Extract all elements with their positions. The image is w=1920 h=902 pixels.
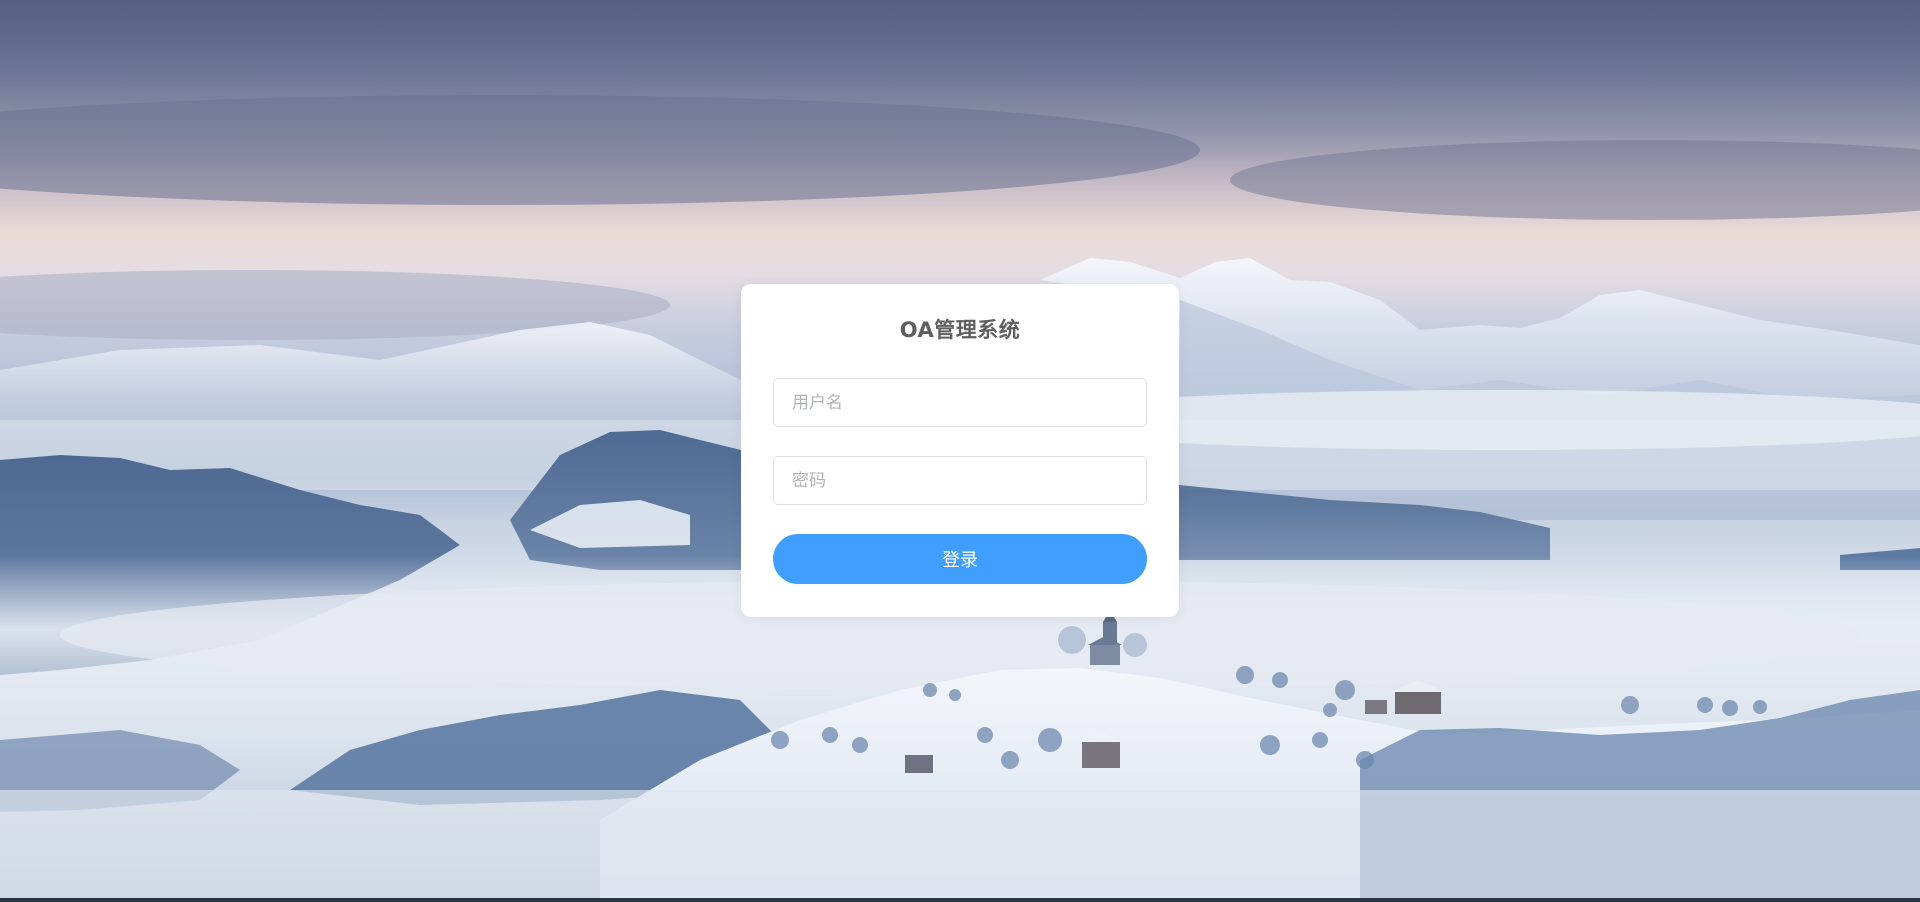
username-input[interactable] xyxy=(773,378,1147,427)
login-button[interactable]: 登录 xyxy=(773,534,1147,584)
login-card: OA管理系统 登录 xyxy=(741,284,1179,617)
password-input[interactable] xyxy=(773,456,1147,505)
app-title: OA管理系统 xyxy=(899,318,1021,342)
